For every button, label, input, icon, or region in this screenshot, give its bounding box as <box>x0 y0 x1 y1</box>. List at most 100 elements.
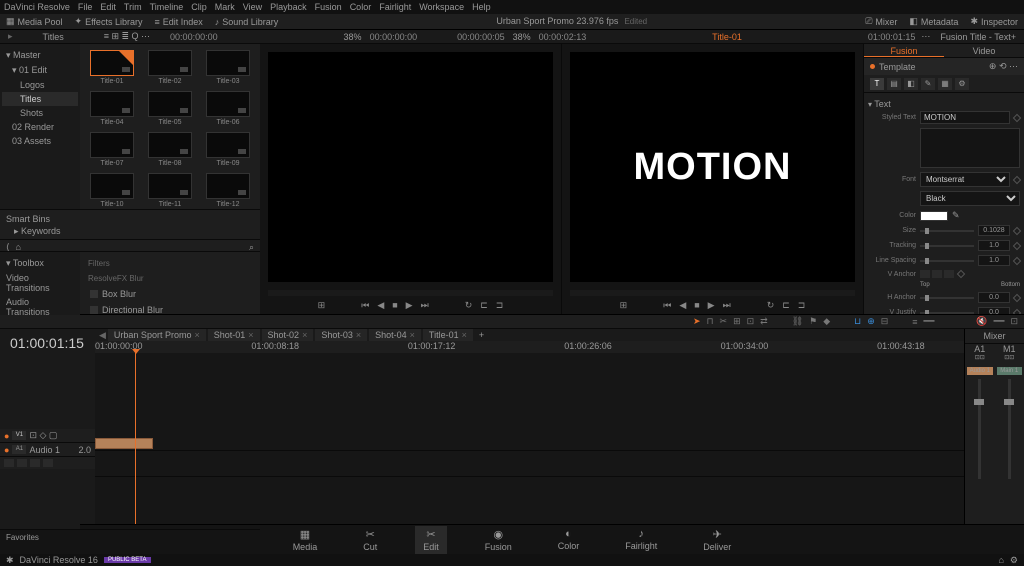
font-weight-select[interactable]: Black <box>920 191 1020 206</box>
volume-icon[interactable]: ⊡ <box>1010 316 1018 327</box>
replace-icon[interactable]: ⇄ <box>760 316 768 327</box>
mixer-channel-a1[interactable]: Audio 1 <box>965 361 995 485</box>
bin-shots[interactable]: Shots <box>2 106 78 120</box>
tl-loop-icon[interactable]: ↻ <box>767 300 775 311</box>
menu-clip[interactable]: Clip <box>191 2 207 12</box>
position-lock-icon[interactable]: ⊟ <box>881 316 889 327</box>
v-justify-value[interactable]: 0.0 <box>978 307 1010 314</box>
page-cut[interactable]: ✂Cut <box>355 526 385 554</box>
track-header-v1[interactable]: ●V1⊡ ◇ ▢ <box>0 429 95 443</box>
tl-match-frame-icon[interactable]: ⊞ <box>620 300 628 311</box>
smartbin-keywords[interactable]: ▸ Keywords <box>6 226 254 237</box>
zoom-slider-icon[interactable]: ━━ <box>924 316 935 327</box>
overwrite-icon[interactable]: ⊡ <box>747 316 755 327</box>
eyedropper-icon[interactable]: ✎ <box>952 210 960 221</box>
thumb-title-05[interactable]: Title-05 <box>144 91 196 126</box>
fx-toolbox[interactable]: ▾ Toolbox <box>2 256 78 271</box>
clip-title-01[interactable] <box>95 438 153 449</box>
menu-workspace[interactable]: Workspace <box>419 2 464 12</box>
v-justify-slider[interactable] <box>920 312 974 314</box>
trim-tool-icon[interactable]: ⊓ <box>707 316 714 327</box>
size-slider[interactable] <box>920 230 974 232</box>
tl-tab-shot01[interactable]: Shot-01× <box>208 329 260 341</box>
size-value[interactable]: 0.1028 <box>978 225 1010 236</box>
thumb-title-01[interactable]: Title-01 <box>86 50 138 85</box>
insp-settings-icon[interactable]: ⚙ <box>955 78 969 90</box>
thumb-title-11[interactable]: Title-11 <box>144 173 196 208</box>
thumb-title-12[interactable]: Title-12 <box>202 173 254 208</box>
inspector-toggle[interactable]: ✱ Inspector <box>970 16 1018 27</box>
bin-render[interactable]: 02 Render <box>2 120 78 134</box>
font-keyframe[interactable] <box>1013 175 1021 183</box>
page-media[interactable]: ▦Media <box>285 526 326 554</box>
pointer-tool-icon[interactable]: ➤ <box>693 316 701 327</box>
thumb-title-08[interactable]: Title-08 <box>144 132 196 167</box>
source-stop-icon[interactable]: ■ <box>392 300 397 310</box>
menu-mark[interactable]: Mark <box>215 2 235 12</box>
effects-home-icon[interactable]: ⌂ <box>16 242 21 249</box>
edit-index-toggle[interactable]: ≡ Edit Index <box>154 17 202 27</box>
source-loop-icon[interactable]: ↻ <box>465 300 473 311</box>
metadata-toggle[interactable]: ◧ Metadata <box>909 16 958 27</box>
timeline-canvas-area[interactable] <box>95 353 964 524</box>
timeline-view-icon[interactable]: ≡ <box>912 317 917 327</box>
source-prev-frame-icon[interactable]: ◀ <box>377 300 384 311</box>
insp-layout-icon[interactable]: ▤ <box>887 78 901 90</box>
v-anchor-buttons[interactable] <box>920 270 954 278</box>
tl-tab-main[interactable]: Urban Sport Promo× <box>108 329 206 341</box>
font-select[interactable]: Montserrat <box>920 172 1010 187</box>
menu-fusion[interactable]: Fusion <box>315 2 342 12</box>
tracking-keyframe[interactable] <box>1013 241 1021 249</box>
source-first-frame-icon[interactable]: ⏮ <box>361 300 369 311</box>
flag-icon[interactable]: ⚑ <box>809 316 817 327</box>
tl-play-icon[interactable]: ▶ <box>708 300 715 311</box>
fx-video-transitions[interactable]: Video Transitions <box>2 271 78 295</box>
timeline-options-icon[interactable]: ⋯ <box>921 31 930 42</box>
line-spacing-slider[interactable] <box>920 260 974 262</box>
line-spacing-keyframe[interactable] <box>1013 256 1021 264</box>
effects-library-toggle[interactable]: ✦ Effects Library <box>75 16 143 27</box>
page-color[interactable]: ◐Color <box>550 526 588 553</box>
insert-icon[interactable]: ⊞ <box>733 316 741 327</box>
menu-timeline[interactable]: Timeline <box>150 2 184 12</box>
menu-app[interactable]: DaVinci Resolve <box>4 2 70 12</box>
menu-trim[interactable]: Trim <box>124 2 142 12</box>
home-icon[interactable]: ⌂ <box>998 555 1003 565</box>
insp-text-icon[interactable]: T <box>870 78 884 90</box>
source-scrubber[interactable] <box>268 290 553 296</box>
source-match-frame-icon[interactable]: ⊞ <box>318 300 326 311</box>
timeline-ruler[interactable]: 01:00:00:00 01:00:08:18 01:00:17:12 01:0… <box>95 341 964 353</box>
source-next-frame-icon[interactable]: ⏭ <box>421 300 429 311</box>
tracking-value[interactable]: 1.0 <box>978 240 1010 251</box>
insp-transform-icon[interactable]: ◧ <box>904 78 918 90</box>
mixer-channel-main[interactable]: Main 1 <box>995 361 1024 485</box>
link-selection-icon[interactable]: ⊕ <box>867 316 875 327</box>
bin-titles[interactable]: Titles <box>2 92 78 106</box>
menu-playback[interactable]: Playback <box>270 2 307 12</box>
timeline-scrubber[interactable] <box>570 290 855 296</box>
tl-next-frame-icon[interactable]: ⏭ <box>723 300 731 311</box>
source-zoom[interactable]: 38% <box>344 32 362 42</box>
inspector-header[interactable]: Template⊕ ⟲ ⋯ <box>864 58 1024 75</box>
fader-main[interactable] <box>1008 379 1011 479</box>
inspector-tab-video[interactable]: Video <box>944 44 1024 57</box>
timeline-timecode[interactable]: 01:00:01:15 <box>0 329 95 357</box>
blade-tool-icon[interactable]: ✂ <box>720 316 728 327</box>
menu-edit[interactable]: Edit <box>100 2 116 12</box>
source-play-icon[interactable]: ▶ <box>406 300 413 311</box>
tl-stop-icon[interactable]: ■ <box>694 300 699 310</box>
page-fairlight[interactable]: ♪Fairlight <box>617 526 665 553</box>
thumb-title-10[interactable]: Title-10 <box>86 173 138 208</box>
page-edit[interactable]: ✂Edit <box>415 526 447 554</box>
tl-tab-title01[interactable]: Title-01× <box>423 329 473 341</box>
media-pool-toggle[interactable]: ▦ Media Pool <box>6 16 63 27</box>
bin-master[interactable]: ▾ Master <box>2 48 78 63</box>
favorites-section[interactable]: Favorites <box>0 529 260 543</box>
insp-section-text[interactable]: ▾ Text <box>868 97 1020 111</box>
audio-track-1[interactable] <box>95 451 964 477</box>
tl-prev-frame-icon[interactable]: ◀ <box>679 300 686 311</box>
inspector-tab-fusion[interactable]: Fusion <box>864 44 944 57</box>
bin-edit[interactable]: ▾ 01 Edit <box>2 63 78 78</box>
settings-icon[interactable]: ⚙ <box>1010 555 1018 566</box>
color-swatch[interactable] <box>920 211 948 221</box>
